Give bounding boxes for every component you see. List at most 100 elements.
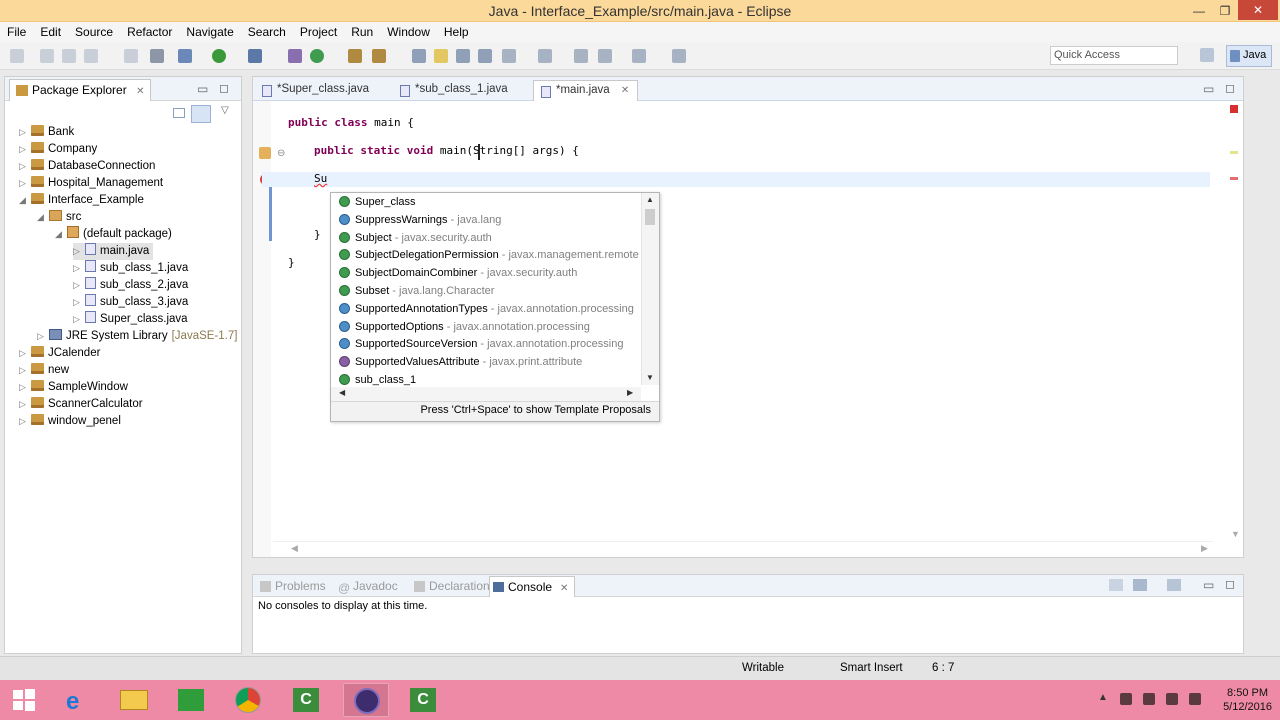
scroll-left-icon[interactable]: ◀: [339, 388, 345, 397]
collapsed-arrow-icon[interactable]: ▷: [73, 243, 85, 260]
java-perspective-button[interactable]: Java: [1226, 45, 1272, 67]
tray-volume-icon[interactable]: [1189, 693, 1201, 705]
collapsed-arrow-icon[interactable]: ▷: [19, 396, 31, 413]
quick-access-input[interactable]: Quick Access: [1050, 46, 1178, 65]
tree-item[interactable]: ▷ DatabaseConnection: [19, 158, 155, 175]
menu-navigate[interactable]: Navigate: [179, 22, 240, 42]
maximize-view-icon[interactable]: ◻: [1225, 577, 1235, 591]
coverage-icon[interactable]: [248, 49, 262, 63]
view-menu-icon[interactable]: ▽: [221, 105, 229, 116]
tree-item[interactable]: ▷ sub_class_3.java: [73, 294, 188, 311]
tab-sub-class-1[interactable]: *sub_class_1.java: [393, 80, 516, 101]
tree-item[interactable]: ▷ Company: [19, 141, 97, 158]
close-button[interactable]: ✕: [1238, 0, 1278, 20]
menu-source[interactable]: Source: [68, 22, 120, 42]
taskbar-camtasia-recorder[interactable]: C: [400, 683, 446, 717]
completion-item[interactable]: SubjectDomainCombiner - javax.security.a…: [331, 264, 641, 282]
completion-item[interactable]: Super_class: [331, 193, 641, 211]
taskbar-internet-explorer[interactable]: e: [54, 683, 100, 717]
tree-item[interactable]: ◢ Interface_Example: [19, 192, 144, 209]
code-line-3[interactable]: Su: [314, 172, 327, 185]
code-line-2[interactable]: public static void main(String[] args) {: [314, 144, 579, 157]
collapsed-arrow-icon[interactable]: ▷: [73, 294, 85, 311]
expanded-arrow-icon[interactable]: ◢: [19, 192, 31, 209]
minimize-view-icon[interactable]: ▭: [1203, 578, 1214, 592]
minimize-view-icon[interactable]: ▭: [197, 82, 208, 96]
pin-editor-icon[interactable]: [672, 49, 686, 63]
tray-chevron-icon[interactable]: ▲: [1098, 692, 1108, 703]
tab-declaration[interactable]: Declaration: [411, 579, 490, 593]
menu-help[interactable]: Help: [437, 22, 476, 42]
completion-item[interactable]: Subject - javax.security.auth: [331, 229, 641, 247]
minimize-button[interactable]: —: [1185, 2, 1213, 20]
tray-network-icon[interactable]: [1143, 693, 1155, 705]
maximize-view-icon[interactable]: ◻: [219, 81, 229, 95]
completion-item[interactable]: Subset - java.lang.Character: [331, 282, 641, 300]
new-java-project-icon[interactable]: [288, 49, 302, 63]
collapsed-arrow-icon[interactable]: ▷: [19, 158, 31, 175]
debug-icon[interactable]: [178, 49, 192, 63]
content-assist-hscrollbar[interactable]: ◀ ▶: [331, 387, 641, 401]
run-icon[interactable]: [212, 49, 226, 63]
prev-annotation-icon[interactable]: [538, 49, 552, 63]
completion-item[interactable]: SuppressWarnings - java.lang: [331, 211, 641, 229]
taskbar-eclipse[interactable]: [343, 683, 389, 717]
tree-item[interactable]: ▷ JCalender: [19, 345, 100, 362]
print-icon[interactable]: [84, 49, 98, 63]
maximize-button[interactable]: ❐: [1211, 2, 1239, 20]
last-edit-icon[interactable]: [598, 49, 612, 63]
save-icon[interactable]: [40, 49, 54, 63]
back-icon[interactable]: [574, 49, 588, 63]
menu-search[interactable]: Search: [241, 22, 293, 42]
forward-icon[interactable]: [632, 49, 646, 63]
collapsed-arrow-icon[interactable]: ▷: [73, 260, 85, 277]
collapsed-arrow-icon[interactable]: ▷: [19, 141, 31, 158]
tab-super-class[interactable]: *Super_class.java: [255, 80, 377, 101]
tree-item[interactable]: ▷ sub_class_2.java: [73, 277, 188, 294]
fold-icon[interactable]: ⊖: [277, 148, 285, 159]
taskbar-clock[interactable]: 8:50 PM 5/12/2016: [1223, 686, 1272, 714]
tree-item[interactable]: ▷ SampleWindow: [19, 379, 128, 396]
tab-javadoc[interactable]: @ Javadoc: [335, 579, 398, 595]
open-console-icon[interactable]: [124, 49, 138, 63]
block-selection-icon[interactable]: [456, 49, 470, 63]
open-type-icon[interactable]: [348, 49, 362, 63]
menu-file[interactable]: File: [0, 22, 33, 42]
tree-item[interactable]: ▷ main.java: [73, 243, 154, 260]
code-line-1[interactable]: public class main {: [288, 116, 414, 129]
tree-item[interactable]: ▷ ScannerCalculator: [19, 396, 143, 413]
taskbar-file-explorer[interactable]: [111, 683, 157, 717]
menu-window[interactable]: Window: [380, 22, 437, 42]
collapsed-arrow-icon[interactable]: ▷: [19, 175, 31, 192]
collapsed-arrow-icon[interactable]: ▷: [19, 362, 31, 379]
new-icon[interactable]: [10, 49, 24, 63]
completion-item[interactable]: SupportedSourceVersion - javax.annotatio…: [331, 335, 641, 353]
menu-edit[interactable]: Edit: [33, 22, 68, 42]
highlight-icon[interactable]: [434, 49, 448, 63]
tray-flag-icon[interactable]: [1120, 693, 1132, 705]
code-line-5[interactable]: }: [288, 256, 295, 269]
tree-item[interactable]: ▷ window_penel: [19, 413, 121, 430]
completion-item[interactable]: SubjectDelegationPermission - javax.mana…: [331, 246, 641, 264]
collapsed-arrow-icon[interactable]: ▷: [73, 277, 85, 294]
editor-hscrollbar[interactable]: ◀ ▶: [273, 541, 1213, 555]
collapsed-arrow-icon[interactable]: ▷: [19, 413, 31, 430]
save-all-icon[interactable]: [62, 49, 76, 63]
skip-breakpoints-icon[interactable]: [150, 49, 164, 63]
code-line-4[interactable]: }: [314, 228, 321, 241]
next-annotation-icon[interactable]: [502, 49, 516, 63]
tree-item[interactable]: ▷ Super_class.java: [73, 311, 188, 328]
tree-item[interactable]: ▷ sub_class_1.java: [73, 260, 188, 277]
taskbar-camtasia[interactable]: C: [283, 683, 329, 717]
tree-item[interactable]: ▷ JRE System Library [JavaSE-1.7]: [37, 328, 237, 345]
scroll-thumb[interactable]: [645, 209, 655, 225]
link-editor-icon[interactable]: [191, 105, 211, 123]
scroll-right-icon[interactable]: ▶: [627, 388, 633, 397]
collapsed-arrow-icon[interactable]: ▷: [37, 328, 49, 345]
tree-item[interactable]: ◢ (default package): [55, 226, 172, 243]
completion-item[interactable]: SupportedAnnotationTypes - javax.annotat…: [331, 300, 641, 318]
new-class-icon[interactable]: [310, 49, 324, 63]
open-perspective-icon[interactable]: [1200, 48, 1214, 62]
menu-refactor[interactable]: Refactor: [120, 22, 179, 42]
display-console-icon[interactable]: [1133, 579, 1147, 591]
